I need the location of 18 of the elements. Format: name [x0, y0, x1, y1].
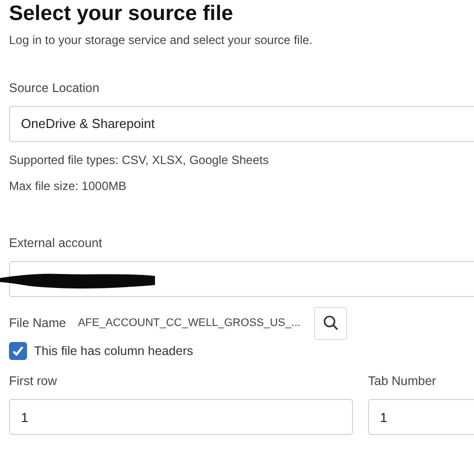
page-subtitle: Log in to your storage service and select your source file.	[9, 32, 314, 49]
tab-number-field[interactable]: 1	[368, 399, 474, 435]
field-label: File Name	[9, 314, 66, 332]
headers-checkbox[interactable]	[9, 342, 27, 360]
check-icon	[11, 344, 25, 358]
page-title: Select your source file	[9, 1, 234, 27]
checkbox-label: This file has column headers	[34, 342, 194, 360]
search-button[interactable]	[314, 306, 348, 340]
file-name-value: AFE_ACCOUNT_CC_WELL_GROSS_US_...	[78, 316, 300, 331]
max-size-note: Max file size: 1000MB	[9, 178, 126, 195]
search-icon	[322, 315, 339, 331]
field-label: Source Location	[9, 80, 100, 97]
supported-types-note: Supported file types: CSV, XLSX, Google Sheets	[9, 152, 269, 169]
first-row-field[interactable]: 1	[9, 399, 353, 435]
source-location-field[interactable]: OneDrive & Sharepoint	[9, 106, 474, 142]
field-label: Tab Number	[368, 373, 436, 390]
field-label: External account	[9, 234, 102, 252]
field-label: First row	[9, 373, 57, 390]
